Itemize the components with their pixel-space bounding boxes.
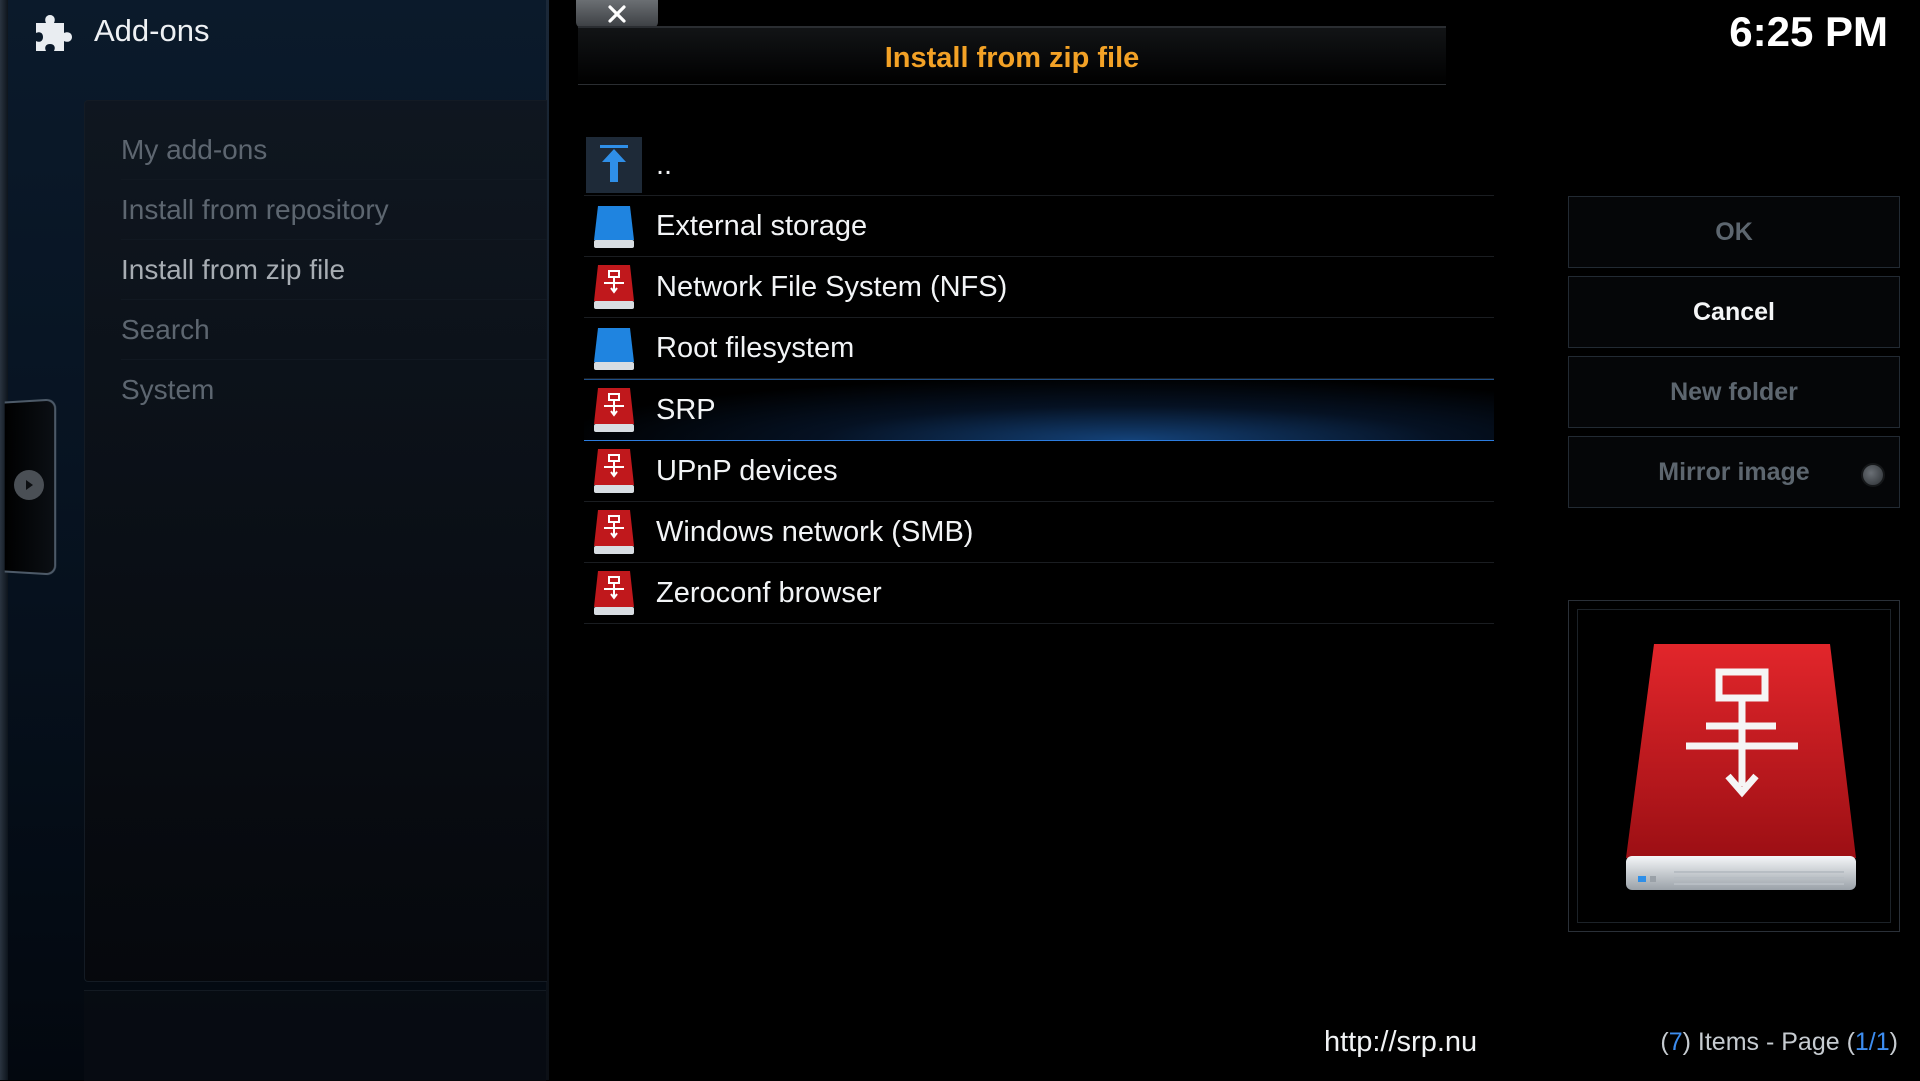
items-page-text: ) Items - Page ( xyxy=(1682,1028,1855,1056)
list-item-label: .. xyxy=(656,148,673,181)
mirror-image-toggle[interactable] xyxy=(1861,463,1885,487)
blue-drive-icon xyxy=(594,206,634,248)
menu-item-my-addons[interactable]: My add-ons xyxy=(121,121,547,180)
items-page-info: (7) Items - Page (1/1) xyxy=(1660,1028,1898,1057)
menu-footer xyxy=(84,990,546,1081)
list-item-srp[interactable]: SRP xyxy=(584,379,1494,441)
preview-thumbnail-inner xyxy=(1577,609,1891,923)
mirror-image-button[interactable]: Mirror image xyxy=(1568,436,1900,508)
list-item-zeroconf[interactable]: Zeroconf browser xyxy=(584,563,1494,624)
network-drive-icon xyxy=(594,388,634,432)
cancel-button[interactable]: Cancel xyxy=(1568,276,1900,348)
page-current: 1/1 xyxy=(1854,1028,1890,1056)
list-item-label: Zeroconf browser xyxy=(656,576,882,609)
side-menu-arrow-icon[interactable] xyxy=(14,470,44,500)
mirror-image-label: Mirror image xyxy=(1658,457,1810,486)
new-folder-button[interactable]: New folder xyxy=(1568,356,1900,428)
list-item-label: Root filesystem xyxy=(656,331,855,364)
app-title: Add-ons xyxy=(94,13,210,48)
addons-menu: My add-ons Install from repository Insta… xyxy=(84,100,547,982)
list-item-parent[interactable]: .. xyxy=(584,135,1494,196)
network-drive-large-icon xyxy=(1626,644,1856,890)
menu-item-install-from-zip[interactable]: Install from zip file xyxy=(121,241,547,300)
preview-thumbnail xyxy=(1568,600,1900,932)
list-item-root-filesystem[interactable]: Root filesystem xyxy=(584,318,1494,379)
list-item-label: SRP xyxy=(656,393,716,426)
list-item-upnp[interactable]: UPnP devices xyxy=(584,441,1494,502)
close-button[interactable] xyxy=(576,0,658,28)
list-item-nfs[interactable]: Network File System (NFS) xyxy=(584,257,1494,318)
network-drive-icon xyxy=(594,449,634,493)
menu-item-system[interactable]: System xyxy=(121,361,547,419)
clock: 6:25 PM xyxy=(1729,8,1888,55)
list-item-external-storage[interactable]: External storage xyxy=(584,196,1494,257)
list-item-label: Network File System (NFS) xyxy=(656,270,1008,303)
puzzle-icon xyxy=(36,15,72,51)
parent-folder-icon xyxy=(586,137,642,193)
menu-item-search[interactable]: Search xyxy=(121,301,547,360)
network-drive-icon xyxy=(594,571,634,615)
blue-drive-icon xyxy=(594,328,634,370)
file-list: .. External storage Network File System … xyxy=(584,135,1494,624)
dialog-title-bar: Install from zip file xyxy=(578,26,1446,85)
list-item-label: External storage xyxy=(656,209,868,242)
menu-item-install-from-repository[interactable]: Install from repository xyxy=(121,181,547,240)
list-item-label: Windows network (SMB) xyxy=(656,515,974,548)
footer-url: http://srp.nu xyxy=(1324,1026,1478,1058)
items-close-paren: ) xyxy=(1889,1028,1898,1056)
items-count: 7 xyxy=(1668,1028,1683,1056)
network-drive-icon xyxy=(594,510,634,554)
close-icon xyxy=(608,5,626,23)
app-header: Add-ons xyxy=(30,6,209,56)
list-item-label: UPnP devices xyxy=(656,454,838,487)
items-open-paren: ( xyxy=(1660,1028,1669,1056)
network-drive-icon xyxy=(594,265,634,309)
list-item-smb[interactable]: Windows network (SMB) xyxy=(584,502,1494,563)
dialog-title: Install from zip file xyxy=(884,42,1140,74)
ok-button[interactable]: OK xyxy=(1568,196,1900,268)
